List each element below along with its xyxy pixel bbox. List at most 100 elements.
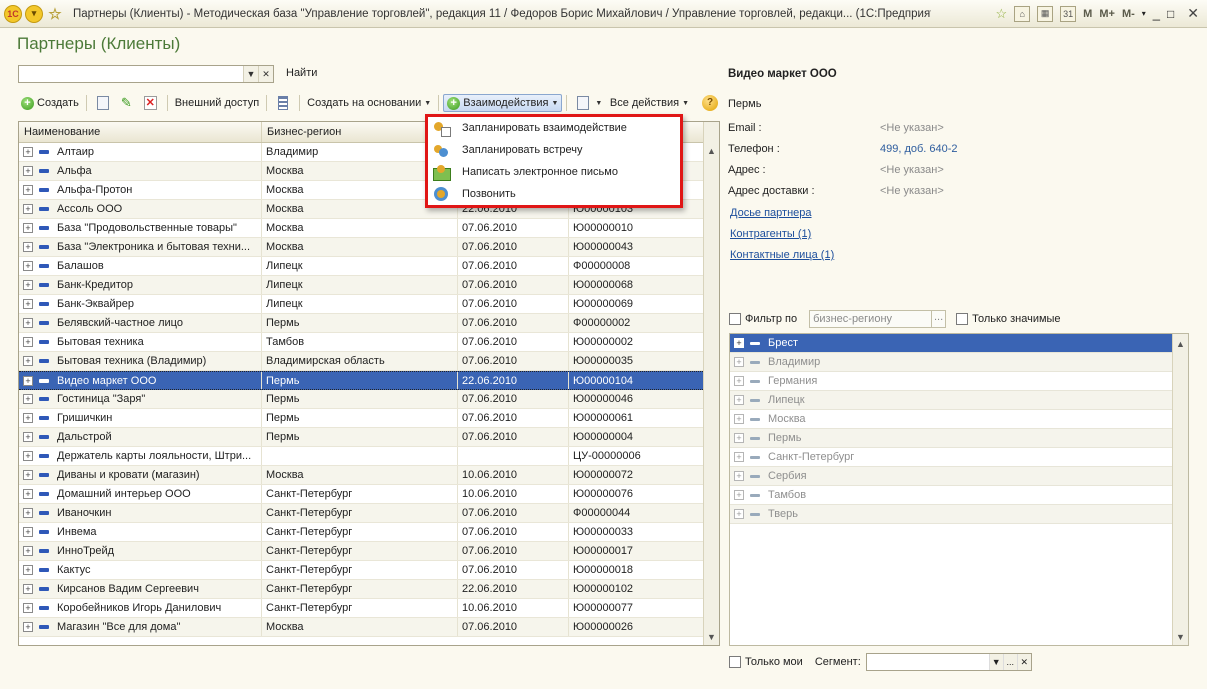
minimize-button[interactable]: _ bbox=[1153, 6, 1160, 21]
table-row[interactable]: + База "Электроника и бытовая техни... Мос… bbox=[19, 238, 719, 257]
create-based-on-button[interactable]: Создать на основании ▼ bbox=[304, 93, 434, 113]
search-input[interactable] bbox=[19, 66, 241, 82]
contact-persons-link[interactable]: Контактные лица (1) bbox=[730, 249, 834, 261]
find-button[interactable]: Найти bbox=[286, 67, 317, 79]
region-row[interactable]: + Тамбов bbox=[730, 486, 1188, 505]
search-combobox[interactable]: ▼ ✕ bbox=[18, 65, 274, 83]
table-row[interactable]: + Коробейников Игорь Данилович Санкт-Петер… bbox=[19, 599, 719, 618]
filter-by-checkbox[interactable] bbox=[729, 313, 741, 325]
region-row[interactable]: + Пермь bbox=[730, 429, 1188, 448]
calendar-icon[interactable]: 31 bbox=[1060, 5, 1077, 22]
expand-icon[interactable]: + bbox=[23, 318, 33, 328]
expand-icon[interactable]: + bbox=[23, 242, 33, 252]
menu-item-call[interactable]: Позвонить bbox=[428, 183, 680, 205]
expand-icon[interactable]: + bbox=[23, 299, 33, 309]
table-row[interactable]: + Держатель карты лояльности, Штри... ЦУ-0… bbox=[19, 447, 719, 466]
region-row[interactable]: + Владимир bbox=[730, 353, 1188, 372]
create-button[interactable]: + Создать bbox=[18, 93, 82, 113]
table-row[interactable]: + Домашний интерьер ООО Санкт-Петербург 10.… bbox=[19, 485, 719, 504]
expand-icon[interactable]: + bbox=[734, 452, 744, 462]
phone-value[interactable]: 499, доб. 640-2 bbox=[880, 143, 958, 155]
list-view-button[interactable] bbox=[271, 93, 295, 113]
clear-icon[interactable]: ✕ bbox=[258, 66, 273, 82]
expand-icon[interactable]: + bbox=[23, 394, 33, 404]
region-row[interactable]: + Липецк bbox=[730, 391, 1188, 410]
external-access-button[interactable]: Внешний доступ bbox=[172, 93, 262, 113]
table-row[interactable]: + Белявский-частное лицо Пермь 07.06.2010 Ф0… bbox=[19, 314, 719, 333]
partner-dossier-link[interactable]: Досье партнера bbox=[730, 207, 812, 219]
expand-icon[interactable]: + bbox=[734, 338, 744, 348]
scroll-up-icon[interactable]: ▲ bbox=[704, 143, 719, 159]
region-row[interactable]: + Тверь bbox=[730, 505, 1188, 524]
table-row[interactable]: + ИнноТрейд Санкт-Петербург 07.06.2010 Ю0000… bbox=[19, 542, 719, 561]
table-row[interactable]: + Бытовая техника Тамбов 07.06.2010 Ю0000000… bbox=[19, 333, 719, 352]
memory-minus-button[interactable]: M- bbox=[1122, 8, 1135, 20]
expand-icon[interactable]: + bbox=[23, 432, 33, 442]
expand-icon[interactable]: + bbox=[23, 603, 33, 613]
address-value[interactable]: <Не указан> bbox=[880, 164, 944, 176]
help-icon[interactable]: ? bbox=[702, 95, 718, 111]
memory-button[interactable]: M bbox=[1083, 8, 1092, 20]
segment-field[interactable]: ▼ ... ✕ bbox=[865, 653, 1032, 671]
chevron-down-icon[interactable]: ▾ bbox=[1142, 9, 1146, 18]
menu-item-write-email[interactable]: Написать электронное письмо bbox=[428, 161, 680, 183]
expand-icon[interactable]: + bbox=[23, 261, 33, 271]
regions-list[interactable]: + Брест + Владимир + Германия + Липецк + Москва + П… bbox=[729, 333, 1189, 646]
expand-icon[interactable]: + bbox=[23, 489, 33, 499]
main-menu-icon[interactable]: ▾ bbox=[25, 4, 43, 23]
all-actions-button[interactable]: Все действия ▼ bbox=[607, 93, 692, 113]
table-row[interactable]: + Бытовая техника (Владимир) Владимирская … bbox=[19, 352, 719, 371]
expand-icon[interactable]: + bbox=[23, 337, 33, 347]
app-logo-icon[interactable]: 1С bbox=[4, 4, 22, 23]
add-favorite-icon[interactable]: ☆ bbox=[996, 6, 1008, 22]
table-row[interactable]: + Банк-Кредитор Липецк 07.06.2010 Ю00000068 bbox=[19, 276, 719, 295]
table-scrollbar[interactable]: ▲ ▼ bbox=[703, 122, 719, 645]
expand-icon[interactable]: + bbox=[23, 204, 33, 214]
region-row[interactable]: + Санкт-Петербург bbox=[730, 448, 1188, 467]
expand-icon[interactable]: + bbox=[23, 147, 33, 157]
expand-icon[interactable]: + bbox=[23, 166, 33, 176]
edit-button[interactable]: ✎ bbox=[115, 93, 138, 113]
regions-scrollbar[interactable]: ▲ ▼ bbox=[1172, 334, 1188, 645]
expand-icon[interactable]: + bbox=[23, 375, 33, 386]
dropdown-arrow-icon[interactable]: ▼ bbox=[988, 654, 1003, 670]
filter-by-field[interactable]: бизнес-региону ... bbox=[809, 310, 947, 328]
expand-icon[interactable]: + bbox=[23, 223, 33, 233]
expand-icon[interactable]: + bbox=[23, 280, 33, 290]
expand-icon[interactable]: + bbox=[23, 508, 33, 518]
expand-icon[interactable]: + bbox=[23, 584, 33, 594]
clear-icon[interactable]: ✕ bbox=[1016, 654, 1031, 670]
table-row[interactable]: + Балашов Липецк 07.06.2010 Ф00000008 bbox=[19, 257, 719, 276]
email-value[interactable]: <Не указан> bbox=[880, 122, 944, 134]
only-mine-checkbox[interactable] bbox=[729, 656, 741, 668]
expand-icon[interactable]: + bbox=[23, 527, 33, 537]
expand-icon[interactable]: + bbox=[734, 395, 744, 405]
expand-icon[interactable]: + bbox=[23, 185, 33, 195]
menu-item-plan-interaction[interactable]: Запланировать взаимодействие bbox=[428, 117, 680, 139]
expand-icon[interactable]: + bbox=[23, 413, 33, 423]
interactions-button[interactable]: + Взаимодействия ▼ bbox=[443, 94, 563, 112]
mark-delete-button[interactable]: ✕ bbox=[138, 93, 163, 113]
expand-icon[interactable]: + bbox=[23, 356, 33, 366]
select-ellipsis-icon[interactable]: ... bbox=[931, 311, 945, 327]
expand-icon[interactable]: + bbox=[734, 509, 744, 519]
region-row[interactable]: + Германия bbox=[730, 372, 1188, 391]
expand-icon[interactable]: + bbox=[734, 471, 744, 481]
expand-icon[interactable]: + bbox=[734, 414, 744, 424]
memory-plus-button[interactable]: M+ bbox=[1099, 8, 1115, 20]
calculator-icon[interactable]: ▦ bbox=[1037, 5, 1054, 22]
expand-icon[interactable]: + bbox=[734, 376, 744, 386]
expand-icon[interactable]: + bbox=[734, 357, 744, 367]
table-row[interactable]: + Гришичкин Пермь 07.06.2010 Ю00000061 bbox=[19, 409, 719, 428]
table-row[interactable]: + Видео маркет ООО Пермь 22.06.2010 Ю0000010… bbox=[19, 371, 719, 390]
expand-icon[interactable]: + bbox=[734, 490, 744, 500]
expand-icon[interactable]: + bbox=[23, 565, 33, 575]
scroll-down-icon[interactable]: ▼ bbox=[1173, 629, 1188, 645]
expand-icon[interactable]: + bbox=[23, 546, 33, 556]
table-row[interactable]: + Иваночкин Санкт-Петербург 07.06.2010 Ф0000… bbox=[19, 504, 719, 523]
table-row[interactable]: + Банк-Эквайрер Липецк 07.06.2010 Ю00000069 bbox=[19, 295, 719, 314]
close-icon[interactable]: ✕ bbox=[1187, 5, 1199, 22]
expand-icon[interactable]: + bbox=[23, 622, 33, 632]
only-significant-checkbox[interactable] bbox=[956, 313, 969, 325]
scroll-down-icon[interactable]: ▼ bbox=[704, 629, 719, 645]
